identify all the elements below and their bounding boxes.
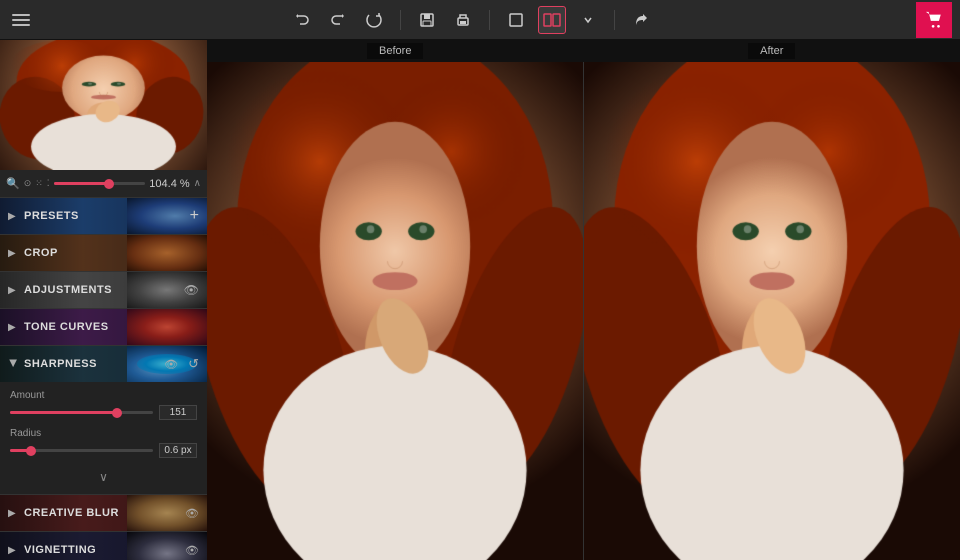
- sharpness-header-content: ▶ SHARPNESS 👁 ↺: [8, 356, 199, 372]
- creative-blur-arrow-icon: ▶: [8, 508, 18, 519]
- sep1: [400, 10, 401, 30]
- sharpness-section: ▶ SHARPNESS 👁 ↺ Amount 151: [0, 346, 207, 495]
- zoom-slider-fill: [54, 182, 109, 185]
- vignetting-eye-icon[interactable]: 👁: [185, 544, 199, 557]
- amount-value[interactable]: 151: [159, 405, 197, 420]
- crop-arrow-icon: ▶: [8, 248, 18, 259]
- zoom-bar: 🔍 ⊙ ⁙ ⁚ 104.4 % ∧: [0, 170, 207, 198]
- adjustments-header-content: ▶ ADJUSTMENTS 👁: [8, 283, 199, 297]
- presets-arrow-icon: ▶: [8, 211, 18, 222]
- preview-canvas: [0, 40, 207, 170]
- redo2-button[interactable]: [360, 6, 388, 34]
- sharpness-eye-icon[interactable]: 👁: [164, 358, 178, 371]
- split-view-button[interactable]: [538, 6, 566, 34]
- undo-button[interactable]: [288, 6, 316, 34]
- sharpness-reset-icon[interactable]: ↺: [188, 356, 199, 372]
- radius-slider-thumb: [26, 446, 36, 456]
- main-toolbar: [0, 0, 960, 40]
- main-area: 🔍 ⊙ ⁙ ⁚ 104.4 % ∧ ▶ PRESETS +: [0, 40, 960, 560]
- radius-value[interactable]: 0.6 px: [159, 443, 197, 458]
- presets-label: PRESETS: [24, 210, 184, 222]
- vignetting-section: ▶ VIGNETTING 👁: [0, 532, 207, 560]
- creative-blur-section: ▶ CREATIVE BLUR 👁: [0, 495, 207, 532]
- creative-blur-header-content: ▶ CREATIVE BLUR 👁: [8, 507, 199, 520]
- tone-curves-label: TONE CURVES: [24, 321, 199, 333]
- radius-label: Radius: [10, 428, 197, 439]
- left-panel: 🔍 ⊙ ⁙ ⁚ 104.4 % ∧ ▶ PRESETS +: [0, 40, 207, 560]
- zoom-collapse-button[interactable]: ∧: [194, 178, 201, 189]
- redo-button[interactable]: [324, 6, 352, 34]
- crop-header[interactable]: ▶ CROP: [0, 235, 207, 271]
- crop-label: CROP: [24, 247, 199, 259]
- tone-curves-arrow-icon: ▶: [8, 322, 18, 333]
- after-image-panel[interactable]: [583, 62, 960, 560]
- vignetting-header[interactable]: ▶ VIGNETTING 👁: [0, 532, 207, 560]
- after-col: After: [584, 40, 960, 62]
- presets-header-content: ▶ PRESETS +: [8, 207, 199, 225]
- zoom-dot-icon: ⊙: [24, 178, 32, 189]
- cart-button[interactable]: [916, 2, 952, 38]
- before-canvas: [207, 62, 583, 560]
- menu-button[interactable]: [8, 10, 34, 30]
- sep2: [489, 10, 490, 30]
- adjustments-header[interactable]: ▶ ADJUSTMENTS 👁: [0, 272, 207, 308]
- creative-blur-label: CREATIVE BLUR: [24, 507, 179, 519]
- canvas-area: Before After: [207, 40, 960, 560]
- sharpness-controls: Amount 151 Radius: [0, 382, 207, 494]
- toolbar-center: [34, 6, 908, 34]
- print-button[interactable]: [449, 6, 477, 34]
- tone-curves-header[interactable]: ▶ TONE CURVES: [0, 309, 207, 345]
- presets-add-icon[interactable]: +: [190, 207, 199, 225]
- split-dropdown-button[interactable]: [574, 6, 602, 34]
- tone-curves-section: ▶ TONE CURVES: [0, 309, 207, 346]
- zoom-out-icon[interactable]: 🔍: [6, 177, 20, 190]
- adjustments-arrow-icon: ▶: [8, 285, 18, 296]
- sharpness-arrow-icon: ▶: [8, 359, 19, 369]
- radius-control-row: Radius 0.6 px: [10, 428, 197, 458]
- sharpness-label: SHARPNESS: [24, 358, 158, 370]
- amount-slider-row: 151: [10, 405, 197, 420]
- crop-header-content: ▶ CROP: [8, 247, 199, 259]
- images-container: [207, 62, 960, 560]
- zoom-slider[interactable]: [54, 182, 146, 185]
- vignetting-label: VIGNETTING: [24, 544, 179, 556]
- zoom-dots-icon: ⁙: [35, 178, 43, 189]
- preview-thumbnail: [0, 40, 207, 170]
- after-canvas: [584, 62, 960, 560]
- presets-header[interactable]: ▶ PRESETS +: [0, 198, 207, 234]
- amount-slider-fill: [10, 411, 117, 414]
- sep3: [614, 10, 615, 30]
- zoom-4dots-icon: ⁚: [47, 178, 50, 189]
- crop-section: ▶ CROP: [0, 235, 207, 272]
- radius-slider-row: 0.6 px: [10, 443, 197, 458]
- presets-section: ▶ PRESETS +: [0, 198, 207, 235]
- amount-slider[interactable]: [10, 411, 153, 414]
- radius-slider[interactable]: [10, 449, 153, 452]
- vignetting-header-content: ▶ VIGNETTING 👁: [8, 544, 199, 557]
- amount-control-row: Amount 151: [10, 390, 197, 420]
- adjustments-label: ADJUSTMENTS: [24, 284, 178, 296]
- after-label: After: [748, 43, 795, 59]
- adjustments-eye-icon[interactable]: 👁: [184, 283, 199, 297]
- sharpness-collapse-icon[interactable]: ∨: [99, 470, 108, 484]
- toolbar-right: [908, 2, 952, 38]
- before-after-row: Before After: [207, 40, 960, 62]
- zoom-slider-thumb: [104, 179, 114, 189]
- save-button[interactable]: [413, 6, 441, 34]
- before-image-panel[interactable]: [207, 62, 583, 560]
- share-button[interactable]: [627, 6, 655, 34]
- vignetting-arrow-icon: ▶: [8, 545, 18, 556]
- creative-blur-eye-icon[interactable]: 👁: [185, 507, 199, 520]
- before-col: Before: [207, 40, 584, 62]
- creative-blur-header[interactable]: ▶ CREATIVE BLUR 👁: [0, 495, 207, 531]
- zoom-value: 104.4 %: [149, 178, 189, 190]
- fullscreen-button[interactable]: [502, 6, 530, 34]
- amount-slider-thumb: [112, 408, 122, 418]
- tone-curves-header-content: ▶ TONE CURVES: [8, 321, 199, 333]
- sharpness-header[interactable]: ▶ SHARPNESS 👁 ↺: [0, 346, 207, 382]
- amount-label: Amount: [10, 390, 197, 401]
- adjustments-section: ▶ ADJUSTMENTS 👁: [0, 272, 207, 309]
- toolbar-left: [8, 10, 34, 30]
- before-label: Before: [367, 43, 423, 59]
